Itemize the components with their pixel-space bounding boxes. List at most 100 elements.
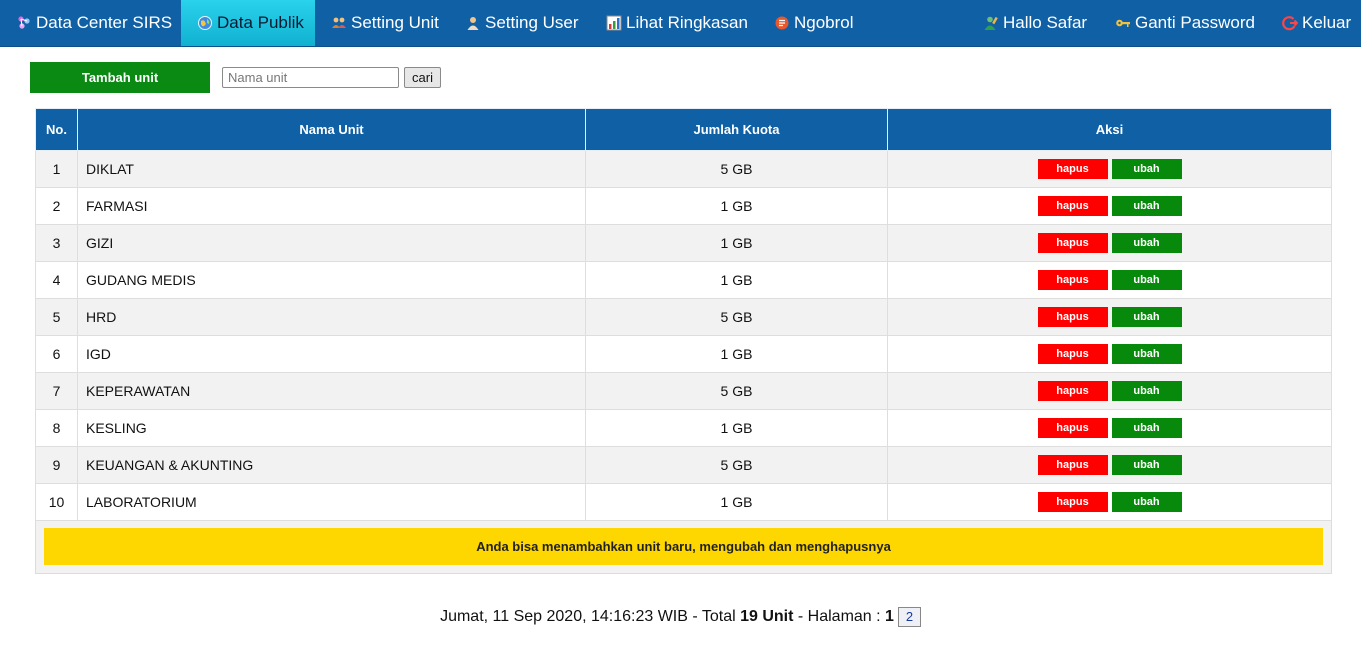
edit-button[interactable]: ubah	[1111, 492, 1182, 512]
top-navbar: Data Center SIRS Data Publik Setting Uni…	[0, 0, 1361, 47]
edit-button[interactable]: ubah	[1111, 381, 1182, 401]
status-footer: Jumat, 11 Sep 2020, 14:16:23 WIB - Total…	[0, 607, 1361, 627]
cell-quota: 1 GB	[585, 335, 888, 373]
page-link-2[interactable]: 2	[897, 607, 921, 627]
footer-total-prefix: - Total	[687, 608, 741, 625]
cell-actions: hapus ubah	[887, 409, 1332, 447]
cell-unit-name: KEPERAWATAN	[77, 372, 586, 410]
network-icon	[18, 16, 30, 29]
cell-actions: hapus ubah	[887, 261, 1332, 299]
footer-page-prefix: - Halaman :	[793, 608, 886, 625]
nav-item-lihat-ringkasan[interactable]: Lihat Ringkasan	[600, 0, 754, 46]
cell-unit-name: KESLING	[77, 409, 586, 447]
nav-item-data-publik[interactable]: Data Publik	[181, 0, 315, 46]
delete-button[interactable]: hapus	[1037, 233, 1108, 253]
cell-no: 4	[35, 261, 78, 299]
nav-item-label: Ngobrol	[794, 13, 854, 32]
cell-quota: 5 GB	[585, 298, 888, 336]
delete-button[interactable]: hapus	[1037, 196, 1108, 216]
nav-brand-label: Data Center SIRS	[36, 13, 173, 32]
cell-quota: 1 GB	[585, 261, 888, 299]
delete-button[interactable]: hapus	[1037, 307, 1108, 327]
nav-item-ngobrol[interactable]: Ngobrol	[768, 0, 860, 46]
nav-item-label: Setting Unit	[351, 13, 439, 32]
cell-quota: 5 GB	[585, 372, 888, 410]
user-icon	[467, 17, 479, 30]
column-header-no: No.	[35, 108, 78, 151]
table-row: 2 FARMASI 1 GB hapus ubah	[35, 187, 1332, 225]
chart-icon	[606, 15, 622, 31]
edit-button[interactable]: ubah	[1111, 270, 1182, 290]
cell-no: 6	[35, 335, 78, 373]
cell-actions: hapus ubah	[887, 446, 1332, 484]
cell-no: 8	[35, 409, 78, 447]
edit-button[interactable]: ubah	[1111, 344, 1182, 364]
nav-item-label: Setting User	[485, 13, 579, 32]
cell-actions: hapus ubah	[887, 483, 1332, 521]
column-header-aksi: Aksi	[887, 108, 1332, 151]
cell-unit-name: DIKLAT	[77, 150, 586, 188]
cell-no: 1	[35, 150, 78, 188]
search-unit-input[interactable]	[222, 67, 399, 88]
units-table-container: No. Nama Unit Jumlah Kuota Aksi 1 DIKLAT…	[35, 108, 1332, 574]
delete-button[interactable]: hapus	[1037, 381, 1108, 401]
footer-datetime: Jumat, 11 Sep 2020, 14:16:23 WIB	[440, 608, 688, 625]
cell-unit-name: GIZI	[77, 224, 586, 262]
user-edit-icon	[984, 16, 998, 30]
nav-item-label: Keluar	[1302, 13, 1352, 32]
edit-button[interactable]: ubah	[1111, 233, 1182, 253]
globe-icon	[198, 16, 212, 30]
cell-actions: hapus ubah	[887, 150, 1332, 188]
chat-icon	[775, 16, 789, 30]
edit-button[interactable]: ubah	[1111, 455, 1182, 475]
cell-unit-name: LABORATORIUM	[77, 483, 586, 521]
edit-button[interactable]: ubah	[1111, 159, 1182, 179]
delete-button[interactable]: hapus	[1037, 455, 1108, 475]
cell-quota: 1 GB	[585, 187, 888, 225]
nav-item-ganti-password[interactable]: Ganti Password	[1109, 0, 1261, 46]
cell-quota: 1 GB	[585, 483, 888, 521]
nav-item-label: Data Publik	[217, 13, 304, 32]
cell-quota: 1 GB	[585, 409, 888, 447]
nav-item-hallo-safar[interactable]: Hallo Safar	[977, 0, 1093, 46]
cell-no: 10	[35, 483, 78, 521]
table-row: 1 DIKLAT 5 GB hapus ubah	[35, 150, 1332, 188]
edit-button[interactable]: ubah	[1111, 307, 1182, 327]
units-table-body: 1 DIKLAT 5 GB hapus ubah 2 FARMASI 1 GB h…	[35, 150, 1332, 521]
cell-unit-name: FARMASI	[77, 187, 586, 225]
add-unit-button[interactable]: Tambah unit	[30, 62, 210, 93]
table-row: 10 LABORATORIUM 1 GB hapus ubah	[35, 483, 1332, 521]
edit-button[interactable]: ubah	[1111, 418, 1182, 438]
nav-item-keluar[interactable]: Keluar	[1276, 0, 1357, 46]
footer-total-value: 19 Unit	[740, 608, 794, 625]
key-icon	[1116, 19, 1130, 27]
cell-unit-name: IGD	[77, 335, 586, 373]
cell-no: 2	[35, 187, 78, 225]
cell-actions: hapus ubah	[887, 224, 1332, 262]
delete-button[interactable]: hapus	[1037, 159, 1108, 179]
delete-button[interactable]: hapus	[1037, 418, 1108, 438]
search-button[interactable]: cari	[404, 67, 441, 88]
cell-no: 7	[35, 372, 78, 410]
delete-button[interactable]: hapus	[1037, 492, 1108, 512]
cell-no: 9	[35, 446, 78, 484]
logout-icon	[1282, 16, 1298, 31]
nav-item-label: Ganti Password	[1135, 13, 1255, 32]
delete-button[interactable]: hapus	[1037, 270, 1108, 290]
cell-quota: 5 GB	[585, 150, 888, 188]
delete-button[interactable]: hapus	[1037, 344, 1108, 364]
edit-button[interactable]: ubah	[1111, 196, 1182, 216]
info-notice: Anda bisa menambahkan unit baru, menguba…	[44, 528, 1323, 565]
cell-no: 5	[35, 298, 78, 336]
cell-no: 3	[35, 224, 78, 262]
cell-unit-name: GUDANG MEDIS	[77, 261, 586, 299]
cell-quota: 5 GB	[585, 446, 888, 484]
table-row: 6 IGD 1 GB hapus ubah	[35, 335, 1332, 373]
cell-unit-name: KEUANGAN & AKUNTING	[77, 446, 586, 484]
table-row: 3 GIZI 1 GB hapus ubah	[35, 224, 1332, 262]
nav-item-setting-user[interactable]: Setting User	[459, 0, 585, 46]
nav-item-setting-unit[interactable]: Setting Unit	[325, 0, 445, 46]
cell-actions: hapus ubah	[887, 187, 1332, 225]
cell-quota: 1 GB	[585, 224, 888, 262]
nav-brand-data-center-sirs[interactable]: Data Center SIRS	[10, 0, 178, 46]
